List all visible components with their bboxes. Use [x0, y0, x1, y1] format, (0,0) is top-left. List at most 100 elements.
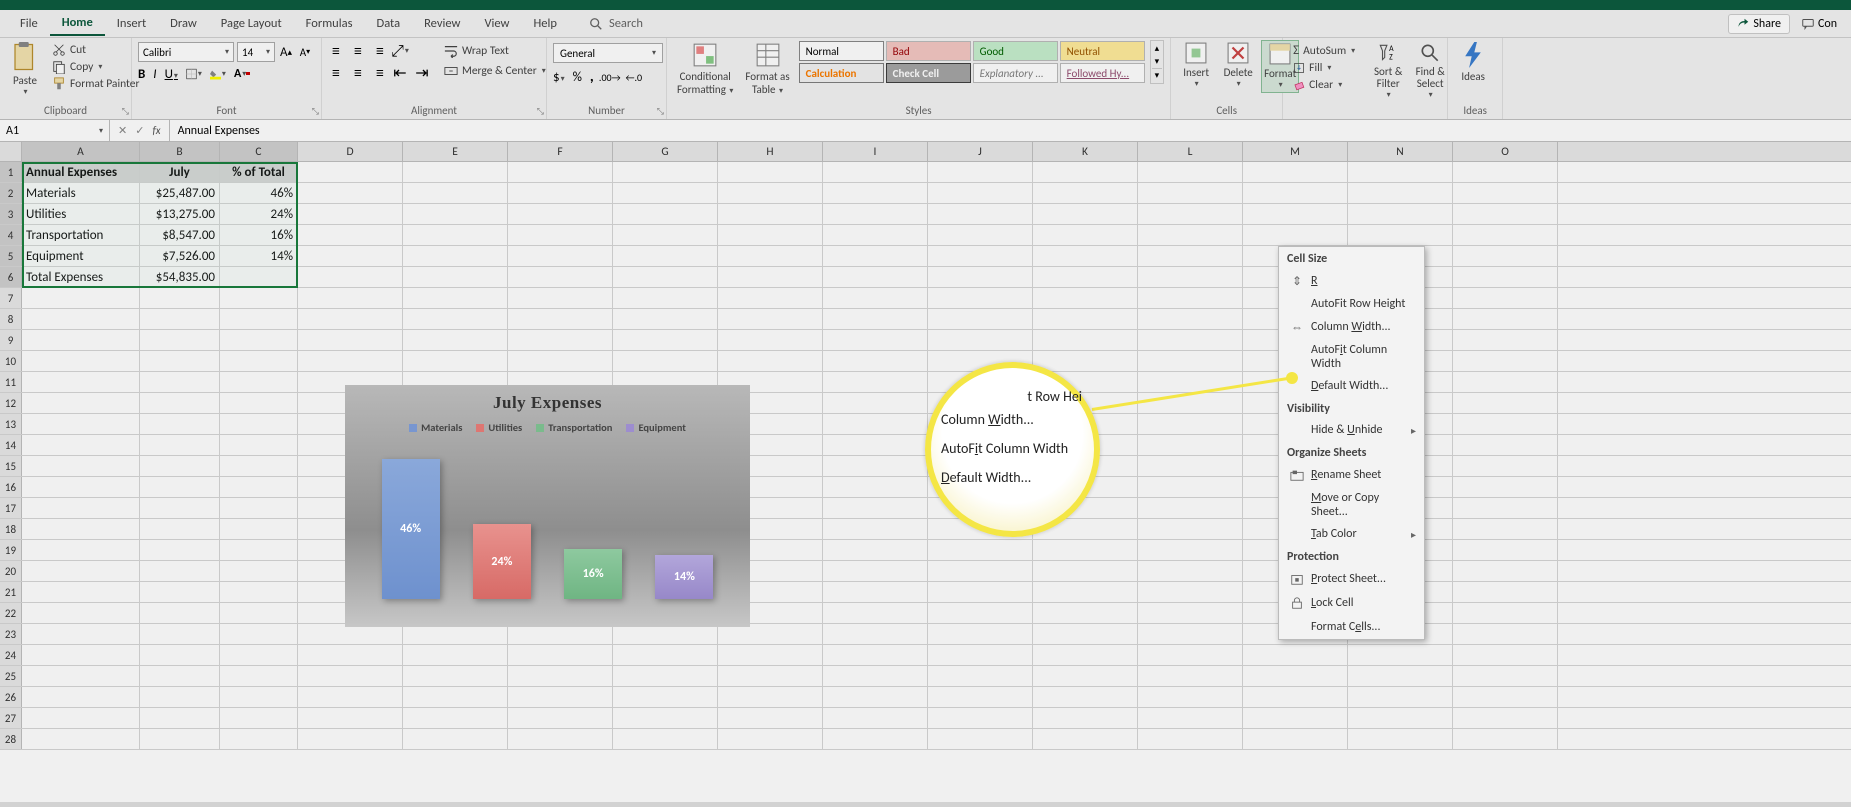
cell[interactable] — [1138, 309, 1243, 329]
cell[interactable] — [22, 729, 140, 749]
cell[interactable] — [928, 624, 1033, 644]
cell[interactable] — [1453, 288, 1558, 308]
cell[interactable]: Annual Expenses — [22, 162, 140, 182]
cell[interactable] — [220, 435, 298, 455]
cell[interactable] — [22, 414, 140, 434]
style-followed-hyperlink[interactable]: Followed Hy... — [1060, 63, 1145, 83]
conditional-formatting-button[interactable]: Conditional Formatting ▾ — [673, 40, 737, 98]
increase-indent-icon[interactable]: ⇥ — [414, 65, 430, 81]
fx-icon[interactable]: fx — [152, 124, 160, 137]
cell[interactable] — [1138, 330, 1243, 350]
cell[interactable] — [220, 351, 298, 371]
col-header-J[interactable]: J — [928, 142, 1033, 161]
cell[interactable] — [1453, 645, 1558, 665]
cell[interactable] — [1243, 162, 1348, 182]
cell[interactable] — [1138, 666, 1243, 686]
cell[interactable] — [1033, 624, 1138, 644]
fill-button[interactable]: Fill▾ — [1289, 60, 1359, 76]
cell[interactable] — [220, 708, 298, 728]
style-neutral[interactable]: Neutral — [1060, 41, 1145, 61]
number-launcher[interactable]: ⤡ — [657, 106, 664, 117]
cell[interactable] — [823, 687, 928, 707]
cell[interactable] — [823, 393, 928, 413]
cell[interactable] — [298, 687, 403, 707]
cell[interactable]: $25,487.00 — [140, 183, 220, 203]
cell[interactable] — [928, 246, 1033, 266]
cell[interactable] — [1243, 225, 1348, 245]
row-header-17[interactable]: 17 — [0, 498, 22, 518]
cell[interactable] — [22, 540, 140, 560]
style-normal[interactable]: Normal — [799, 41, 884, 61]
cell[interactable] — [140, 330, 220, 350]
row-header-27[interactable]: 27 — [0, 708, 22, 728]
formula-input[interactable]: Annual Expenses — [170, 124, 1851, 138]
cell[interactable] — [1453, 477, 1558, 497]
col-header-O[interactable]: O — [1453, 142, 1558, 161]
cell[interactable] — [1033, 246, 1138, 266]
col-header-F[interactable]: F — [508, 142, 613, 161]
cell[interactable] — [403, 330, 508, 350]
cell[interactable] — [1453, 624, 1558, 644]
cell[interactable] — [508, 162, 613, 182]
cell[interactable]: 24% — [220, 204, 298, 224]
percent-button[interactable]: % — [573, 70, 582, 85]
cell[interactable] — [220, 330, 298, 350]
cell[interactable] — [1453, 330, 1558, 350]
cell[interactable] — [928, 603, 1033, 623]
cell[interactable] — [22, 687, 140, 707]
cell[interactable] — [613, 624, 718, 644]
cell[interactable] — [1138, 162, 1243, 182]
cell[interactable] — [1453, 729, 1558, 749]
cell[interactable] — [508, 330, 613, 350]
cell[interactable] — [298, 708, 403, 728]
cell[interactable] — [1138, 204, 1243, 224]
cell[interactable] — [1348, 729, 1453, 749]
borders-button[interactable]: ▾ — [186, 66, 202, 82]
cell[interactable] — [1243, 666, 1348, 686]
cell[interactable]: Utilities — [22, 204, 140, 224]
cell[interactable] — [22, 519, 140, 539]
cell[interactable] — [298, 288, 403, 308]
menu-rename-sheet[interactable]: Rename Sheet — [1279, 463, 1424, 487]
cell[interactable] — [1453, 351, 1558, 371]
cell[interactable] — [22, 582, 140, 602]
cell[interactable] — [1453, 603, 1558, 623]
cell[interactable] — [1033, 288, 1138, 308]
sort-filter-button[interactable]: AZSort & Filter▾ — [1369, 40, 1407, 102]
cell[interactable] — [823, 372, 928, 392]
col-header-M[interactable]: M — [1243, 142, 1348, 161]
cell[interactable] — [823, 708, 928, 728]
cell[interactable] — [718, 225, 823, 245]
cell[interactable] — [718, 267, 823, 287]
cell[interactable] — [140, 603, 220, 623]
cell[interactable] — [403, 351, 508, 371]
increase-font-icon[interactable]: A▴ — [278, 44, 294, 60]
cell[interactable] — [928, 645, 1033, 665]
cell[interactable] — [140, 519, 220, 539]
cell[interactable] — [1138, 456, 1243, 476]
menu-autofit-column-width[interactable]: AutoFit Column Width — [1279, 339, 1424, 375]
cell[interactable] — [22, 351, 140, 371]
cell[interactable] — [1453, 183, 1558, 203]
row-header-7[interactable]: 7 — [0, 288, 22, 308]
cell[interactable] — [508, 666, 613, 686]
cell[interactable] — [613, 351, 718, 371]
cell[interactable]: 14% — [220, 246, 298, 266]
cell[interactable] — [928, 162, 1033, 182]
delete-cells-button[interactable]: Delete▾ — [1219, 40, 1257, 91]
row-header-13[interactable]: 13 — [0, 414, 22, 434]
cell[interactable] — [823, 603, 928, 623]
cell[interactable] — [1453, 456, 1558, 476]
cell[interactable] — [613, 330, 718, 350]
wrap-text-button[interactable]: Wrap Text — [440, 43, 550, 59]
cell[interactable] — [1033, 561, 1138, 581]
cell[interactable] — [22, 393, 140, 413]
align-bottom-icon[interactable]: ≡ — [372, 43, 388, 59]
cell[interactable] — [928, 288, 1033, 308]
cell[interactable] — [1033, 309, 1138, 329]
paste-button[interactable]: Paste ▾ — [6, 40, 44, 99]
font-name-dropdown[interactable]: Calibri▾ — [138, 42, 234, 62]
embedded-chart[interactable]: July Expenses Materials Utilities Transp… — [345, 385, 750, 627]
cell[interactable] — [22, 435, 140, 455]
style-explanatory[interactable]: Explanatory ... — [973, 63, 1058, 83]
